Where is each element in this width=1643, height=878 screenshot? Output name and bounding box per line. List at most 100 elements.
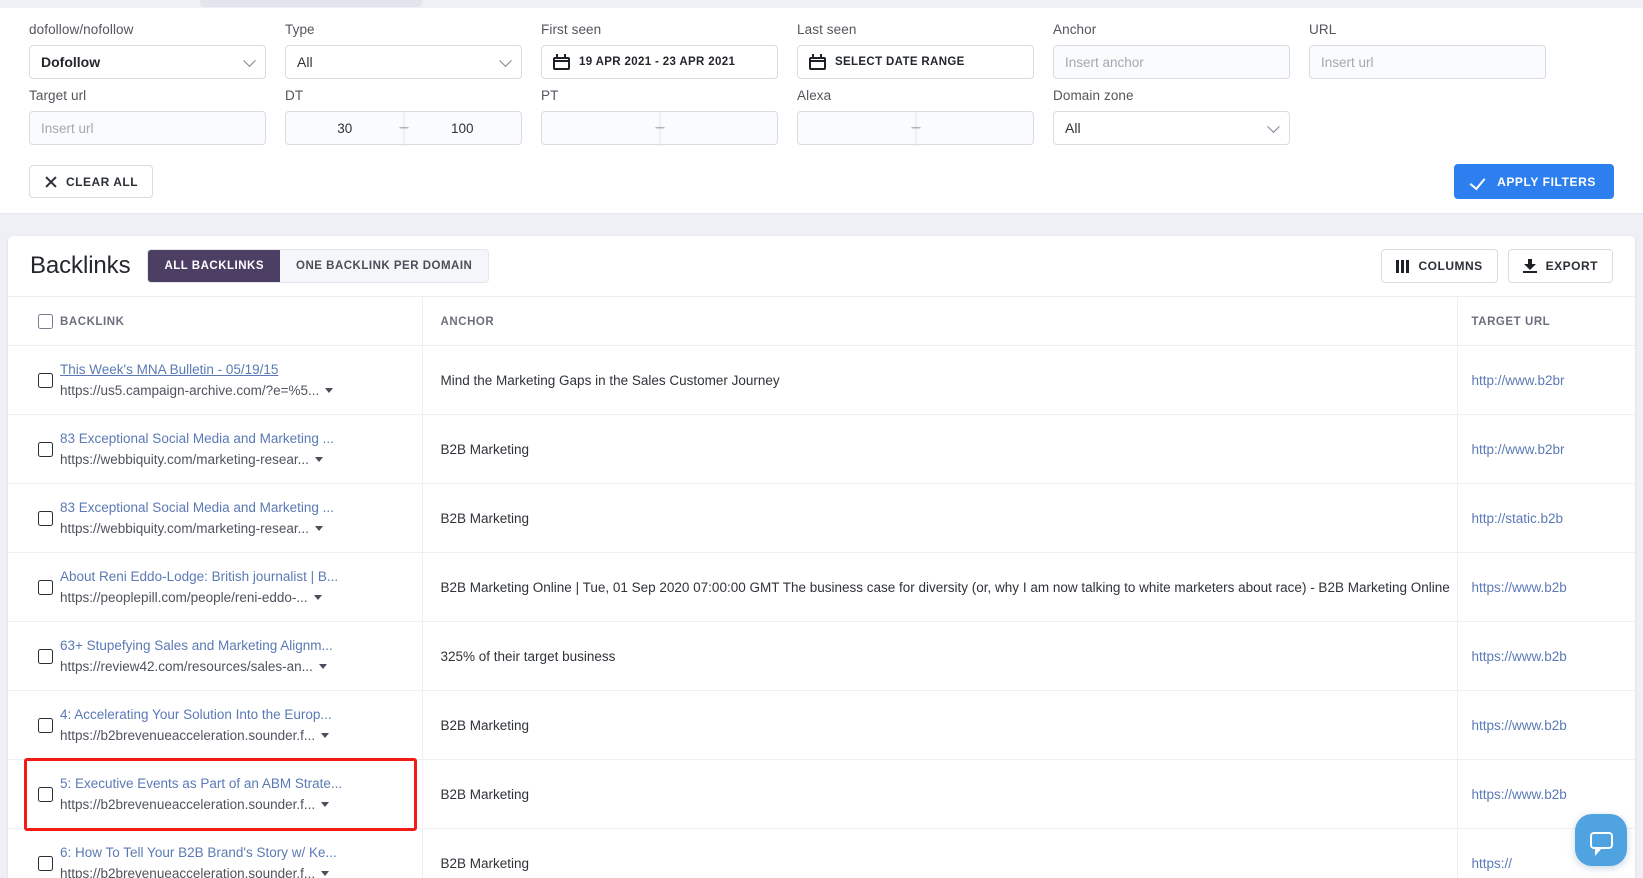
filter-alexa-label: Alexa: [797, 88, 832, 103]
backlinks-card-header: Backlinks ALL BACKLINKS ONE BACKLINK PER…: [8, 236, 1635, 296]
filter-alexa: Alexa: [797, 88, 1034, 146]
backlink-cell: About Reni Eddo-Lodge: British journalis…: [60, 552, 422, 622]
first-seen-value: 19 APR 2021 - 23 APR 2021: [579, 56, 736, 68]
chevron-down-icon: [243, 54, 256, 68]
anchor-input-placeholder: Insert anchor: [1065, 54, 1144, 70]
select-all-header: [8, 296, 60, 346]
backlink-title-link[interactable]: 6: How To Tell Your B2B Brand's Story w/…: [60, 843, 422, 862]
backlink-url: https://webbiquity.com/marketing-resear.…: [60, 521, 309, 536]
chevron-down-icon[interactable]: [325, 388, 334, 393]
chevron-down-icon: [499, 54, 512, 68]
filter-pt: PT: [541, 88, 778, 146]
last-seen-date-picker[interactable]: SELECT DATE RANGE: [797, 45, 1034, 79]
target-url-cell: https://www.b2b: [1456, 552, 1635, 622]
row-checkbox[interactable]: [38, 648, 53, 664]
dofollow-select[interactable]: Dofollow: [29, 45, 266, 79]
target-url-link[interactable]: http://www.b2br: [1472, 373, 1565, 388]
first-seen-date-picker[interactable]: 19 APR 2021 - 23 APR 2021: [541, 45, 778, 79]
dt-min-value: 30: [337, 120, 353, 136]
row-checkbox[interactable]: [38, 786, 53, 802]
row-checkbox[interactable]: [38, 372, 53, 388]
target-url-link[interactable]: http://static.b2b: [1472, 511, 1564, 526]
apply-filters-button[interactable]: APPLY FILTERS: [1454, 164, 1614, 199]
row-select-cell: [8, 414, 60, 484]
tab-all-backlinks[interactable]: ALL BACKLINKS: [148, 250, 281, 282]
columns-button[interactable]: COLUMNS: [1381, 249, 1498, 283]
filter-domain-zone-label: Domain zone: [1053, 88, 1134, 103]
target-url-cell: https://www.b2b: [1456, 621, 1635, 691]
export-label: EXPORT: [1545, 259, 1598, 273]
chat-widget-button[interactable]: [1575, 814, 1627, 866]
anchor-text: B2B Marketing: [440, 855, 530, 871]
chevron-down-icon[interactable]: [321, 733, 330, 738]
chevron-down-icon[interactable]: [314, 457, 323, 462]
backlink-title-link[interactable]: 4: Accelerating Your Solution Into the E…: [60, 705, 422, 724]
chevron-down-icon[interactable]: [321, 871, 330, 876]
table-row: 4: Accelerating Your Solution Into the E…: [8, 690, 1635, 760]
backlink-title-link[interactable]: About Reni Eddo-Lodge: British journalis…: [60, 567, 422, 586]
backlink-url-row: https://webbiquity.com/marketing-resear.…: [60, 450, 422, 469]
backlink-title-link[interactable]: 63+ Stupefying Sales and Marketing Align…: [60, 636, 422, 655]
select-all-checkbox[interactable]: [38, 314, 53, 329]
row-select-cell: [8, 759, 60, 829]
target-url-input-wrap[interactable]: Insert url: [29, 111, 266, 145]
backlinks-table-body: This Week's MNA Bulletin - 05/19/15 https…: [8, 345, 1635, 878]
target-url-cell: http://www.b2br: [1456, 345, 1635, 415]
row-checkbox[interactable]: [38, 717, 53, 733]
column-header-backlink[interactable]: BACKLINK: [60, 296, 422, 346]
pt-range-slider[interactable]: [541, 111, 778, 146]
anchor-cell: B2B Marketing: [421, 828, 1457, 878]
row-select-cell: [8, 621, 60, 691]
check-icon: [1472, 176, 1487, 187]
row-checkbox[interactable]: [38, 855, 53, 871]
columns-label: COLUMNS: [1418, 259, 1483, 273]
chevron-down-icon[interactable]: [318, 664, 327, 669]
alexa-range-tick: [915, 112, 916, 146]
domain-zone-select[interactable]: All: [1053, 111, 1290, 145]
backlink-title-link[interactable]: 83 Exceptional Social Media and Marketin…: [60, 429, 422, 448]
target-url-cell: http://www.b2br: [1456, 414, 1635, 484]
row-select-cell: [8, 552, 60, 622]
row-checkbox[interactable]: [38, 510, 53, 526]
url-input-wrap[interactable]: Insert url: [1309, 45, 1546, 79]
alexa-range-slider[interactable]: [797, 111, 1034, 146]
dt-range-tick: [403, 112, 404, 146]
chevron-down-icon[interactable]: [313, 595, 322, 600]
filter-row-1: dofollow/nofollow Dofollow Type All Firs…: [29, 22, 1565, 79]
target-url-link[interactable]: https://: [1472, 856, 1513, 871]
backlink-title-link[interactable]: 83 Exceptional Social Media and Marketin…: [60, 498, 422, 517]
chat-bubble-icon: [1589, 831, 1613, 856]
backlink-url-row: https://b2brevenueacceleration.sounder.f…: [60, 795, 422, 814]
filter-target-url: Target url Insert url: [29, 88, 266, 145]
row-checkbox[interactable]: [38, 441, 53, 457]
dt-max-value: 100: [450, 120, 474, 136]
anchor-text: B2B Marketing: [440, 441, 530, 457]
dt-range-slider[interactable]: 30 100: [285, 111, 522, 146]
tab-one-backlink-per-domain[interactable]: ONE BACKLINK PER DOMAIN: [280, 250, 489, 282]
clear-all-label: CLEAR ALL: [66, 174, 139, 189]
chevron-down-icon[interactable]: [314, 526, 323, 531]
target-url-link[interactable]: https://www.b2b: [1472, 649, 1567, 664]
type-select[interactable]: All: [285, 45, 522, 79]
filter-last-seen-label: Last seen: [797, 22, 857, 37]
download-icon: [1522, 259, 1537, 273]
export-button[interactable]: EXPORT: [1507, 249, 1613, 283]
clear-all-button[interactable]: CLEAR ALL: [29, 165, 154, 198]
chevron-down-icon: [1267, 120, 1280, 134]
backlink-title-link[interactable]: This Week's MNA Bulletin - 05/19/15: [60, 360, 422, 379]
target-url-link[interactable]: https://www.b2b: [1472, 718, 1567, 733]
table-row: 63+ Stupefying Sales and Marketing Align…: [8, 621, 1635, 691]
filter-dt: DT 30 100: [285, 88, 522, 146]
row-checkbox[interactable]: [38, 579, 53, 595]
backlink-title-link[interactable]: 5: Executive Events as Part of an ABM St…: [60, 774, 422, 793]
column-header-target-url[interactable]: TARGET URL: [1456, 296, 1635, 346]
target-url-link[interactable]: http://www.b2br: [1472, 442, 1565, 457]
target-url-link[interactable]: https://www.b2b: [1472, 580, 1567, 595]
chevron-down-icon[interactable]: [321, 802, 330, 807]
pt-range-dash: [655, 127, 664, 129]
column-header-anchor[interactable]: ANCHOR: [421, 296, 1457, 346]
row-select-cell: [8, 483, 60, 553]
target-url-link[interactable]: https://www.b2b: [1472, 787, 1567, 802]
anchor-input-wrap[interactable]: Insert anchor: [1053, 45, 1290, 79]
apply-filters-label: APPLY FILTERS: [1497, 174, 1596, 189]
